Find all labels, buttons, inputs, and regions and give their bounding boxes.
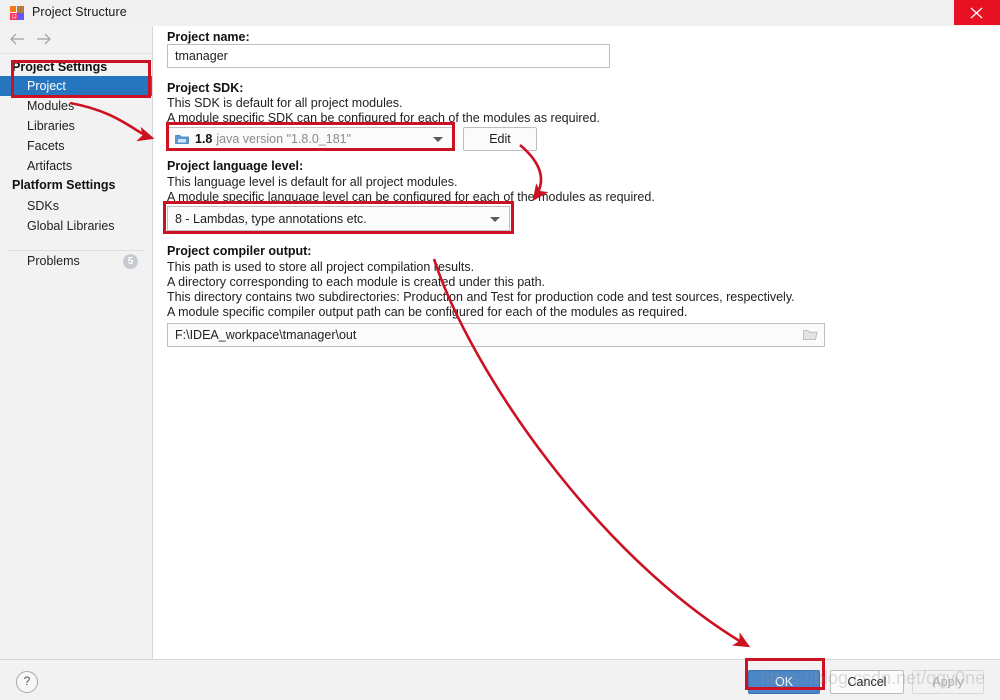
arrow-right-icon[interactable] bbox=[33, 31, 53, 49]
sidebar-item-libraries[interactable]: Libraries bbox=[0, 116, 152, 136]
language-level-value: 8 - Lambdas, type annotations etc. bbox=[175, 211, 367, 226]
folder-browse-icon[interactable] bbox=[803, 328, 818, 344]
problems-count-badge: 5 bbox=[123, 254, 138, 269]
sidebar-item-facets[interactable]: Facets bbox=[0, 136, 152, 156]
project-name-input[interactable]: tmanager bbox=[167, 44, 610, 68]
arrow-left-icon[interactable] bbox=[8, 31, 28, 49]
sidebar-item-artifacts[interactable]: Artifacts bbox=[0, 156, 152, 176]
sidebar-item-label: SDKs bbox=[27, 199, 59, 213]
section-heading-platform-settings: Platform Settings bbox=[12, 178, 116, 192]
apply-button: Apply bbox=[912, 670, 984, 694]
sidebar-item-label: Artifacts bbox=[27, 159, 73, 173]
language-level-desc-line-1: This language level is default for all p… bbox=[167, 175, 458, 189]
sidebar-item-label: Facets bbox=[27, 139, 65, 153]
language-level-label: Project language level: bbox=[167, 159, 304, 173]
language-level-desc-line-2: A module specific language level can be … bbox=[167, 190, 655, 204]
compiler-output-label: Project compiler output: bbox=[167, 244, 312, 258]
compiler-output-path-value: F:\IDEA_workpace\tmanager\out bbox=[175, 328, 357, 342]
compiler-output-desc-line-4: A module specific compiler output path c… bbox=[167, 305, 688, 319]
compiler-output-path-input[interactable]: F:\IDEA_workpace\tmanager\out bbox=[167, 323, 825, 347]
project-sdk-combobox[interactable]: 1.8 java version "1.8.0_181" bbox=[167, 127, 453, 151]
cancel-button[interactable]: Cancel bbox=[830, 670, 904, 694]
language-level-combobox[interactable]: 8 - Lambdas, type annotations etc. bbox=[167, 206, 510, 231]
chevron-down-icon bbox=[490, 216, 500, 222]
sidebar-navigation-bar bbox=[0, 26, 152, 54]
apply-label: Apply bbox=[932, 675, 964, 689]
sidebar-item-global-libraries[interactable]: Global Libraries bbox=[0, 216, 152, 236]
java-sdk-folder-icon bbox=[175, 133, 189, 145]
compiler-output-desc-line-3: This directory contains two subdirectori… bbox=[167, 290, 795, 304]
sidebar-item-label: Project bbox=[27, 79, 66, 93]
sidebar-item-project[interactable]: Project bbox=[0, 76, 152, 96]
chevron-down-icon bbox=[433, 137, 443, 142]
ok-label: OK bbox=[774, 675, 794, 689]
sidebar-item-problems[interactable]: Problems 5 bbox=[0, 251, 152, 271]
sidebar-item-label: Modules bbox=[27, 99, 75, 113]
ok-button[interactable]: OK bbox=[748, 670, 820, 694]
section-heading-project-settings: Project Settings bbox=[12, 60, 108, 74]
project-structure-dialog: IJ Project Structure Project Settings Pr… bbox=[0, 0, 1000, 700]
sidebar-item-sdks[interactable]: SDKs bbox=[0, 196, 152, 216]
sidebar-item-modules[interactable]: Modules bbox=[0, 96, 152, 116]
project-sdk-desc-line-1: This SDK is default for all project modu… bbox=[167, 96, 403, 110]
edit-sdk-button[interactable]: Edit bbox=[463, 127, 537, 151]
project-name-value: tmanager bbox=[175, 49, 228, 63]
project-sdk-desc-line-2: A module specific SDK can be configured … bbox=[167, 111, 600, 125]
compiler-output-desc-line-1: This path is used to store all project c… bbox=[167, 260, 475, 274]
sidebar-item-label: Libraries bbox=[27, 119, 75, 133]
project-sdk-version: 1.8 bbox=[195, 132, 213, 146]
edit-sdk-label: Edit bbox=[489, 132, 511, 146]
compiler-output-desc-line-2: A directory corresponding to each module… bbox=[167, 275, 545, 289]
sidebar-item-label: Global Libraries bbox=[27, 219, 115, 233]
project-settings-panel: Project name: tmanager Project SDK: This… bbox=[153, 26, 1000, 659]
intellij-idea-icon: IJ bbox=[9, 5, 25, 21]
sidebar-item-label: Problems bbox=[27, 254, 80, 268]
cancel-label: Cancel bbox=[847, 675, 887, 689]
project-sdk-description: java version "1.8.0_181" bbox=[216, 132, 352, 146]
window-title: Project Structure bbox=[32, 5, 127, 19]
title-bar: IJ Project Structure bbox=[0, 0, 1000, 27]
project-sdk-label: Project SDK: bbox=[167, 81, 244, 95]
help-button[interactable]: ? bbox=[16, 671, 38, 693]
sidebar: Project Settings Project Modules Librari… bbox=[0, 26, 153, 659]
svg-text:IJ: IJ bbox=[12, 15, 17, 21]
dialog-footer: ? OK Cancel Apply bbox=[0, 659, 1000, 700]
close-button[interactable] bbox=[954, 0, 1000, 25]
project-name-label: Project name: bbox=[167, 30, 250, 44]
